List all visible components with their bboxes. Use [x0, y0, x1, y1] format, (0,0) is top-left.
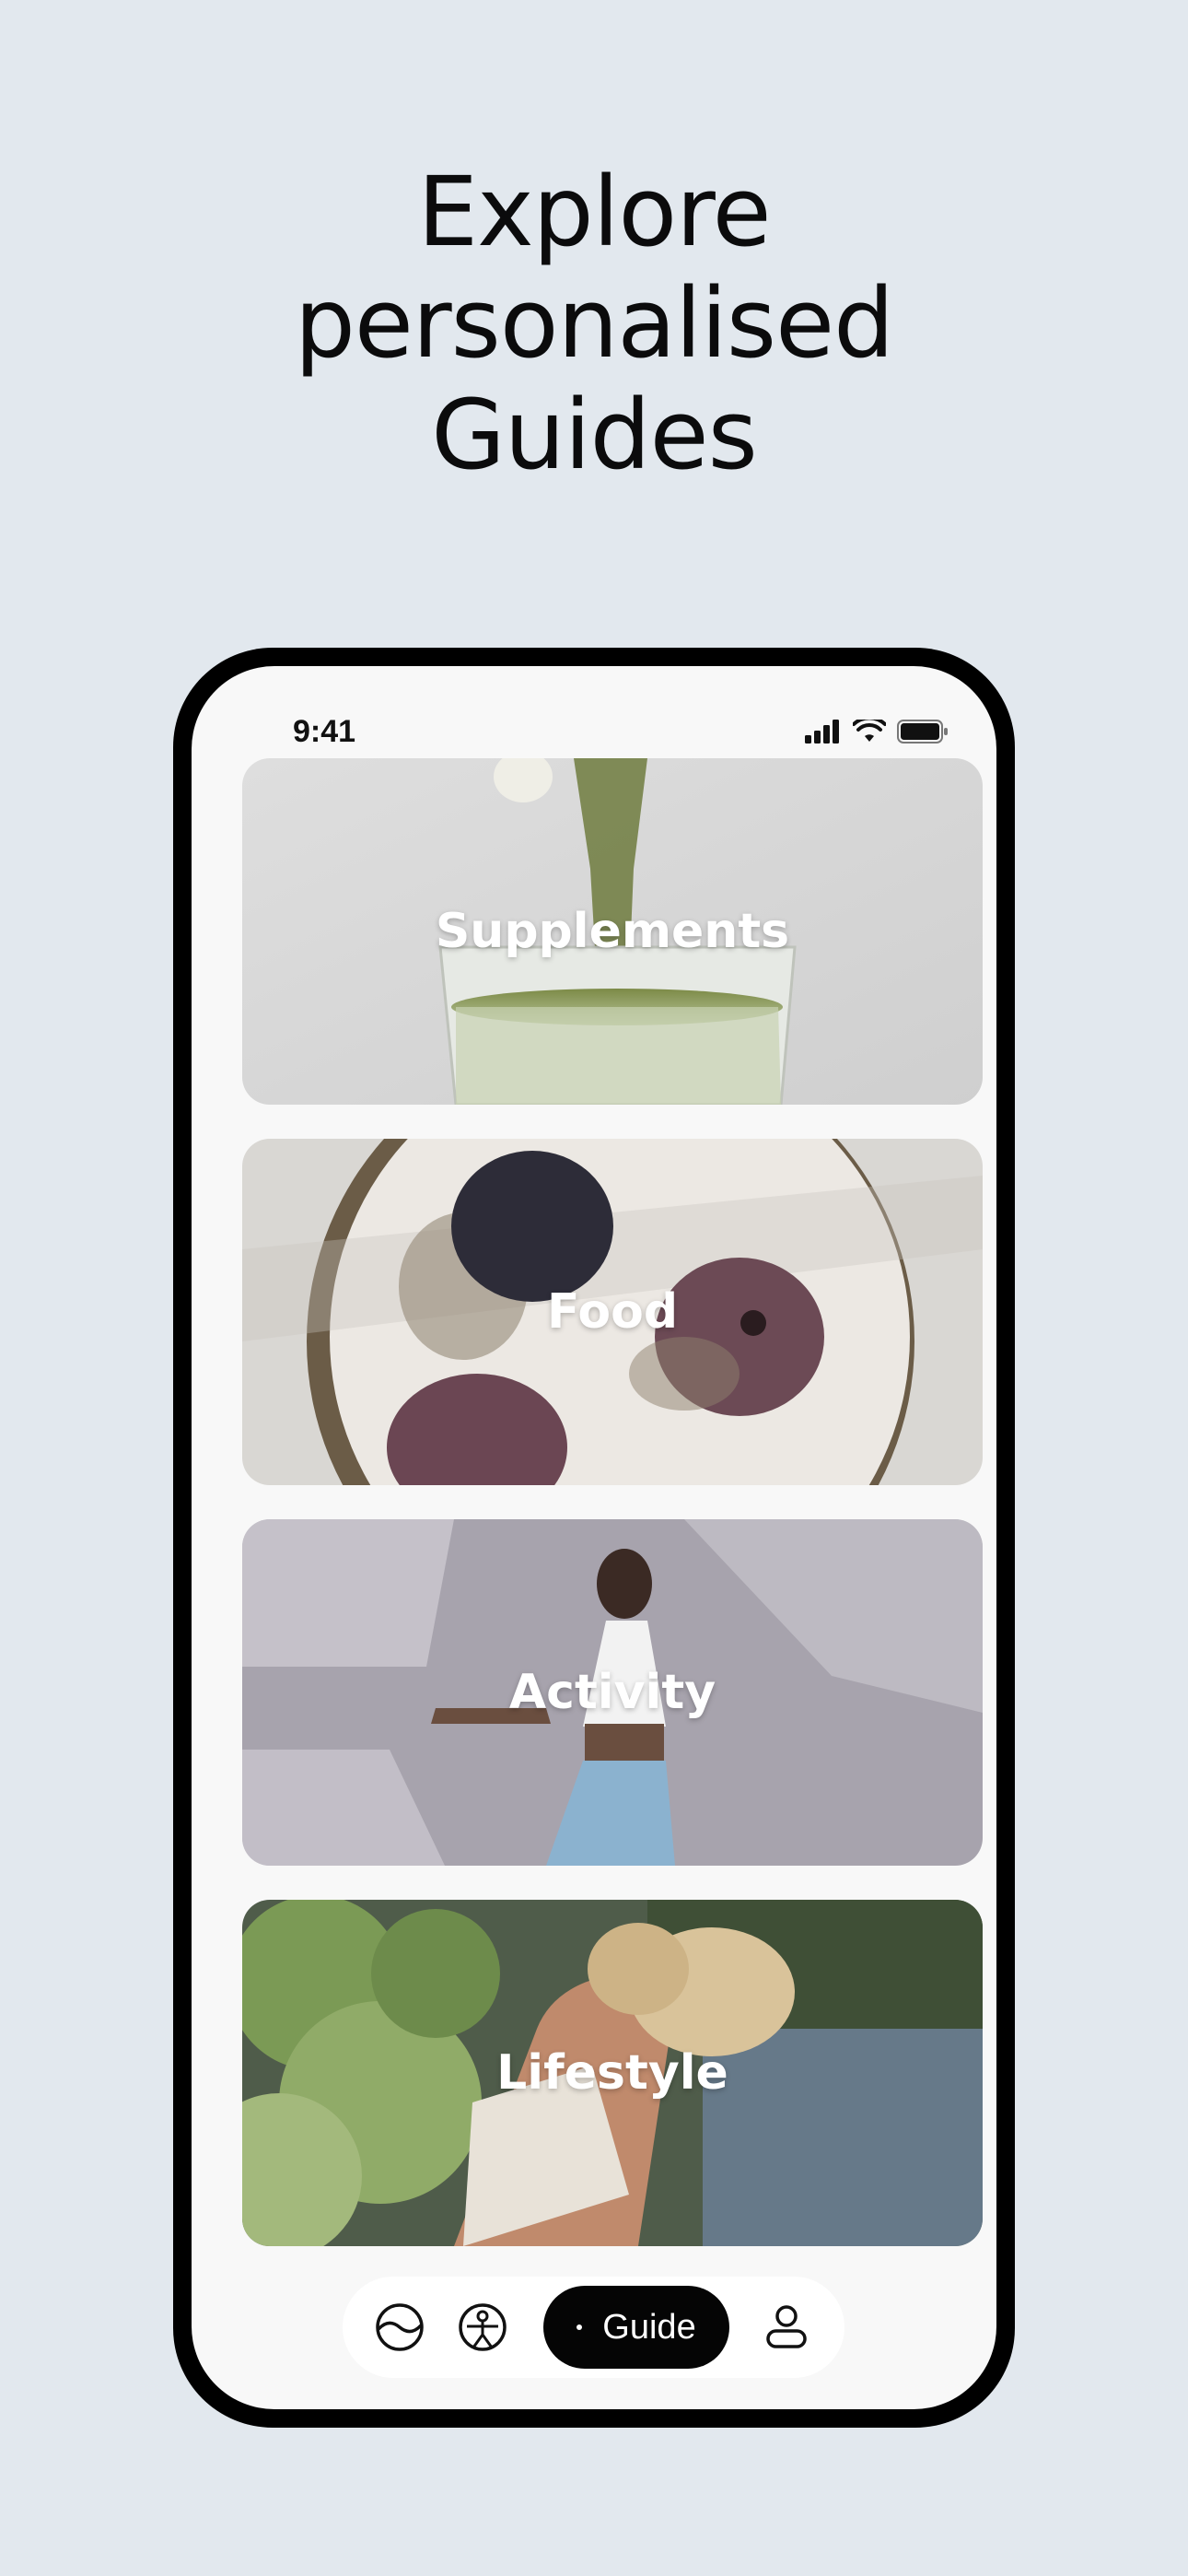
card-label-lifestyle: Lifestyle [496, 2045, 728, 2101]
guide-card-lifestyle[interactable]: Lifestyle [242, 1900, 983, 2246]
headline-line-1: Explore [417, 156, 771, 268]
phone-screen: 9:41 Supplements Food Activity Lifestyle… [192, 666, 996, 2409]
bottom-tab-bar: Guide [343, 2277, 844, 2378]
wave-icon[interactable] [370, 2298, 429, 2357]
status-time: 9:41 [293, 714, 356, 749]
cellular-signal-icon [805, 720, 839, 744]
phone-frame: 9:41 Supplements Food Activity Lifestyle… [173, 648, 1015, 2428]
headline-line-2: personalised [294, 267, 894, 380]
profile-icon[interactable] [757, 2298, 816, 2357]
card-label-supplements: Supplements [435, 904, 790, 959]
status-icons [805, 720, 949, 744]
card-label-food: Food [546, 1284, 679, 1340]
tab-guide-label: Guide [602, 2307, 696, 2347]
guide-card-food[interactable]: Food [242, 1139, 983, 1485]
tab-guide[interactable]: Guide [543, 2286, 729, 2369]
wifi-icon [853, 720, 886, 742]
headline-line-3: Guides [431, 379, 758, 491]
guide-card-activity[interactable]: Activity [242, 1519, 983, 1866]
battery-icon [897, 720, 948, 744]
body-icon[interactable] [453, 2298, 512, 2357]
guide-icon [577, 2324, 583, 2330]
guide-card-supplements[interactable]: Supplements [242, 758, 983, 1105]
page-headline: Explore personalised Guides [0, 157, 1188, 491]
card-label-activity: Activity [508, 1665, 716, 1720]
